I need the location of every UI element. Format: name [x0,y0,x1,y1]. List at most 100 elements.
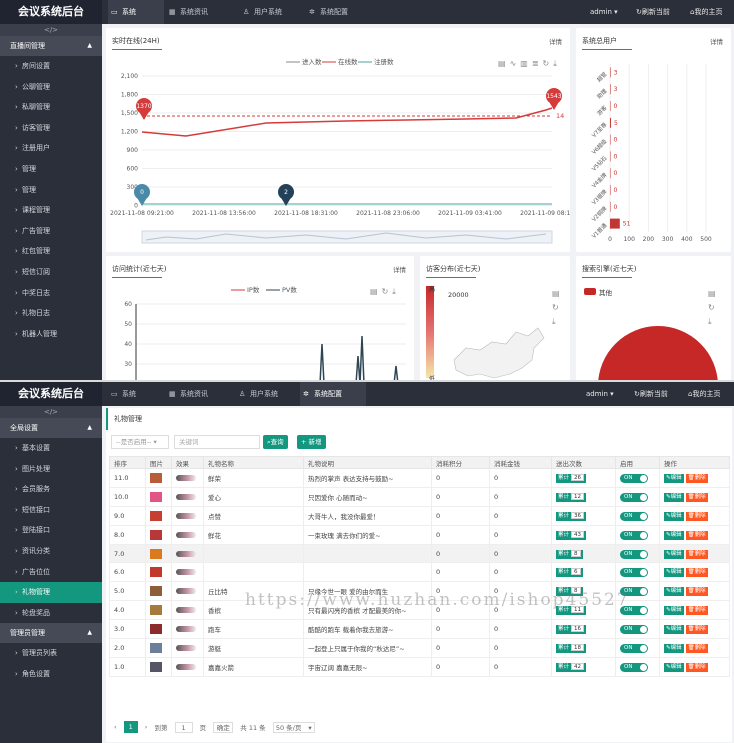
table-row[interactable]: 1.0 嘉嘉火箭 宇宙辽阔 嘉嘉无限~ 0 0 累计 42 ON ✎编辑 🗑删除 [109,656,730,677]
sidebar-item[interactable]: › 基本设置 [0,438,102,459]
sidebar-item[interactable]: › 红包管理 [0,241,102,262]
delete-button[interactable]: 🗑删除 [685,549,708,559]
refresh-button[interactable]: ↻刷新当前 [634,382,668,406]
delete-button[interactable]: 🗑删除 [685,530,708,540]
sidebar-item[interactable]: › 管理员列表 [0,643,102,664]
enable-switch[interactable]: ON [620,568,648,578]
table-row[interactable]: 2.0 游艇 一起登上只属于你我的“秋达尼”~ 0 0 累计 18 ON ✎编辑 🗑删除 [109,638,730,658]
pie-toolbox[interactable]: ▤ ↻ ⤓ [708,287,718,329]
nav-tab-users[interactable]: ♙ 用户系统 [236,382,300,406]
home-button[interactable]: ⌂我的主页 [688,382,720,406]
edit-button[interactable]: ✎编辑 [664,587,684,597]
legend-other[interactable]: 其他 [599,287,612,297]
add-button[interactable]: + 新增 [297,435,326,449]
nav-tab-users[interactable]: ♙ 用户系统 [240,0,304,24]
user-menu[interactable]: admin ▾ [586,382,614,406]
sidebar-item[interactable]: › 图片处理 [0,459,102,480]
delete-button[interactable]: 🗑删除 [685,606,708,616]
sidebar-item[interactable]: › 登陆接口 [0,520,102,541]
edit-button[interactable]: ✎编辑 [664,568,684,578]
enable-switch[interactable]: ON [620,549,648,559]
nav-tab-system[interactable]: ▭ 系统 [108,0,164,24]
sidebar-item[interactable]: › 机器人管理 [0,324,102,345]
enable-switch[interactable]: ON [620,530,648,540]
enable-switch[interactable]: ON [620,625,648,635]
nav-tab-news[interactable]: ▦ 系统资讯 [166,382,230,406]
table-row[interactable]: 9.0 点赞 大哥牛人，我没你最爱！ 0 0 累计 36 ON ✎编辑 🗑删除 [109,505,730,526]
keyword-input[interactable]: 关键词 [174,435,260,449]
bar[interactable] [610,218,620,229]
bar[interactable] [610,168,611,179]
column-header[interactable]: 效果 [171,456,204,469]
enable-switch[interactable]: ON [620,662,648,672]
bar[interactable] [610,117,611,128]
bar[interactable] [610,201,611,212]
sidebar-item[interactable]: › 访客管理 [0,118,102,139]
bar[interactable] [610,185,611,195]
edit-button[interactable]: ✎编辑 [664,643,684,653]
column-header[interactable]: 排序 [109,456,146,469]
column-header[interactable]: 操作 [659,456,730,469]
bar[interactable] [610,134,611,145]
enable-switch[interactable]: ON [620,511,648,521]
next-page[interactable]: › [145,723,148,731]
refresh-button[interactable]: ↻刷新当前 [636,0,670,24]
sidebar-collapse[interactable]: </> [0,24,102,36]
column-header[interactable]: 消耗积分 [431,456,490,469]
bar[interactable] [610,84,611,95]
sidebar-item[interactable]: › 短信订阅 [0,262,102,283]
search-button[interactable]: ⌕查询 [263,435,288,449]
engines-pie[interactable] [598,326,718,381]
edit-button[interactable]: ✎编辑 [664,625,684,635]
sidebar-item[interactable]: › 中奖日志 [0,283,102,304]
bar[interactable] [610,101,611,111]
table-row[interactable]: 3.0 跑车 酷酷的跑车 载着你我去旅游~ 0 0 累计 16 ON ✎编辑 🗑删除 [109,619,730,640]
edit-button[interactable]: ✎编辑 [664,662,684,672]
delete-button[interactable]: 🗑删除 [685,662,708,672]
sidebar-item[interactable]: › 管理 [0,159,102,180]
delete-button[interactable]: 🗑删除 [685,625,708,635]
confirm-button[interactable]: 确定 [213,721,234,733]
page-size-select[interactable]: 50 条/页 ▾ [272,721,315,733]
table-row[interactable]: 7.0 0 0 累计 8 ON ✎编辑 🗑删除 [109,543,730,564]
column-header[interactable]: 礼物说明 [303,456,432,469]
sidebar-item[interactable]: › 轮盘奖品 [0,603,102,624]
sidebar-item[interactable]: › 短信接口 [0,500,102,521]
current-page[interactable]: 1 [123,721,138,733]
table-row[interactable]: 11.0 鲜荣 热烈的掌声 表达支持与鼓励~ 0 0 累计 26 ON ✎编辑 🗑删除 [109,468,730,488]
home-button[interactable]: ⌂我的主页 [690,0,722,24]
column-header[interactable]: 消耗金钱 [489,456,552,469]
nav-tab-news[interactable]: ▦ 系统资讯 [166,0,230,24]
edit-button[interactable]: ✎编辑 [664,606,684,616]
column-header[interactable]: 图片 [145,456,172,469]
page-input[interactable]: 1 [174,721,193,733]
enable-switch[interactable]: ON [620,473,648,483]
delete-button[interactable]: 🗑删除 [685,473,708,483]
edit-button[interactable]: ✎编辑 [664,511,684,521]
bar[interactable] [610,67,611,78]
sidebar-item[interactable]: › 角色设置 [0,664,102,685]
delete-button[interactable]: 🗑删除 [685,568,708,578]
delete-button[interactable]: 🗑删除 [685,511,708,521]
sidebar-item[interactable]: › 会员服务 [0,479,102,500]
edit-button[interactable]: ✎编辑 [664,549,684,559]
column-header[interactable]: 启用 [615,456,660,469]
sidebar-item[interactable]: › 房间设置 [0,56,102,77]
enable-switch[interactable]: ON [620,643,648,653]
column-header[interactable]: 礼物名称 [203,456,304,469]
sidebar-item[interactable]: › 私聊管理 [0,97,102,118]
nav-tab-config[interactable]: ✲ 系统配置 [300,382,366,406]
sidebar-group[interactable]: 管理员管理 ▲ [0,623,102,644]
delete-button[interactable]: 🗑删除 [685,587,708,597]
sidebar-item[interactable]: › 管理 [0,180,102,201]
user-menu[interactable]: admin ▾ [590,0,618,24]
sidebar-item[interactable]: › 礼物日志 [0,303,102,324]
delete-button[interactable]: 🗑删除 [685,643,708,653]
table-row[interactable]: 6.0 0 0 累计 6 ON ✎编辑 🗑删除 [109,562,730,583]
sidebar-item[interactable]: › 资讯分类 [0,541,102,562]
sidebar-group[interactable]: 全局设置 ▲ [0,418,102,438]
table-row[interactable]: 8.0 鲜花 一束玫瑰 满去你们的爱~ 0 0 累计 43 ON ✎编辑 🗑删除 [109,524,730,545]
enable-switch[interactable]: ON [620,492,648,502]
sidebar-item[interactable]: › 公聊管理 [0,77,102,98]
prev-page[interactable]: ‹ [114,723,117,731]
